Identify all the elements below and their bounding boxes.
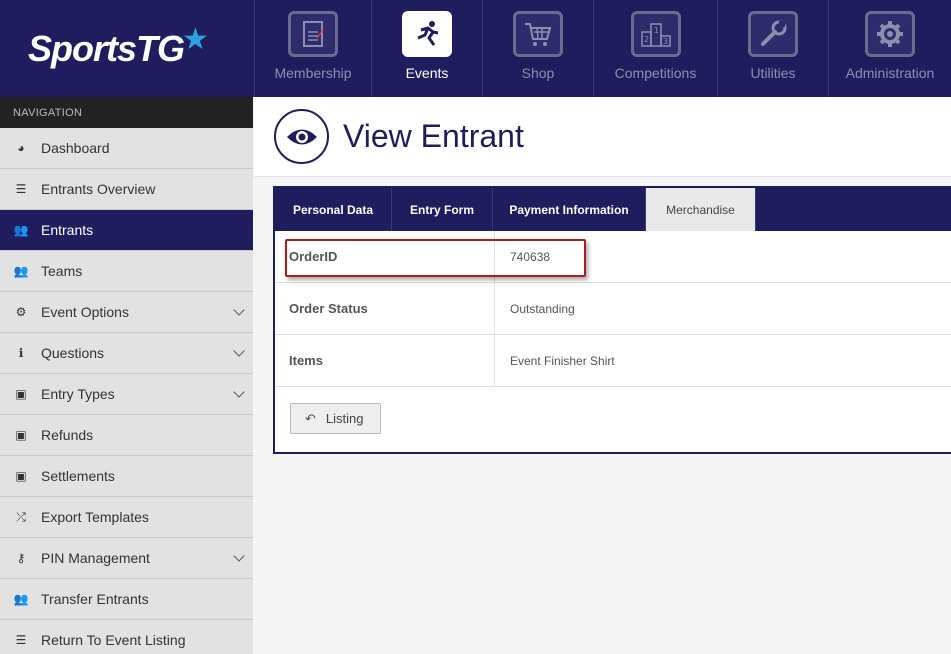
cart-icon bbox=[513, 11, 563, 57]
entrant-panel: Personal Data Entry Form Payment Informa… bbox=[273, 186, 951, 454]
sidebar-item-dashboard[interactable]: ◕ Dashboard bbox=[0, 128, 253, 169]
sidebar-item-label: Return To Event Listing bbox=[41, 632, 186, 648]
money-icon: ▣ bbox=[15, 387, 27, 401]
reply-arrow-icon: ↶ bbox=[305, 410, 316, 426]
cogs-icon: ⚙ bbox=[15, 305, 27, 319]
wrench-icon bbox=[748, 11, 798, 57]
sidebar-item-entrants-overview[interactable]: ☰ Entrants Overview bbox=[0, 169, 253, 210]
users-icon: 👥 bbox=[13, 223, 29, 237]
tab-bar: Personal Data Entry Form Payment Informa… bbox=[275, 188, 951, 231]
sidebar-item-settlements[interactable]: ▣ Settlements bbox=[0, 456, 253, 497]
topnav-shop[interactable]: Shop bbox=[482, 0, 593, 97]
podium-icon: 213 bbox=[630, 11, 681, 57]
money-icon: ▣ bbox=[15, 428, 27, 442]
sidebar-item-pin-management[interactable]: ⚷ PIN Management bbox=[0, 538, 253, 579]
sidebar-item-label: Teams bbox=[41, 263, 83, 279]
chevron-down-icon[interactable] bbox=[233, 345, 245, 357]
row-label: OrderID bbox=[275, 231, 495, 282]
sidebar-item-refunds[interactable]: ▣ Refunds bbox=[0, 415, 253, 456]
sidebar-item-label: Dashboard bbox=[41, 140, 110, 156]
svg-text:2: 2 bbox=[644, 35, 649, 44]
sidebar-item-transfer-entrants[interactable]: 👥 Transfer Entrants bbox=[0, 579, 253, 620]
sidebar-item-return-to-event-listing[interactable]: ☰ Return To Event Listing bbox=[0, 620, 253, 654]
topnav-label: Membership bbox=[274, 65, 352, 81]
listing-button[interactable]: ↶ Listing bbox=[290, 403, 381, 434]
topnav-label: Administration bbox=[845, 65, 935, 81]
users-icon: 👥 bbox=[13, 264, 29, 278]
sidebar-item-label: Entrants Overview bbox=[41, 181, 156, 197]
sidebar-item-teams[interactable]: 👥 Teams bbox=[0, 251, 253, 292]
sidebar-item-label: Transfer Entrants bbox=[41, 591, 149, 607]
sidebar-item-label: Settlements bbox=[41, 468, 115, 484]
page-header: View Entrant bbox=[254, 97, 951, 177]
sidebar-item-event-options[interactable]: ⚙ Event Options bbox=[0, 292, 253, 333]
chevron-down-icon[interactable] bbox=[233, 386, 245, 398]
list-icon: ☰ bbox=[15, 182, 27, 196]
table-row: Items Event Finisher Shirt bbox=[275, 335, 951, 387]
topnav-utilities[interactable]: Utilities bbox=[717, 0, 828, 97]
shuffle-icon: ⤮ bbox=[16, 509, 26, 524]
info-icon: ℹ bbox=[18, 346, 24, 360]
sidebar-item-label: Refunds bbox=[41, 427, 94, 443]
sidebar-item-entrants[interactable]: 👥 Entrants bbox=[0, 210, 253, 251]
row-value: Outstanding bbox=[510, 301, 575, 316]
sidebar-item-questions[interactable]: ℹ Questions bbox=[0, 333, 253, 374]
sidebar-item-export-templates[interactable]: ⤮ Export Templates bbox=[0, 497, 253, 538]
sidebar-item-label: Questions bbox=[41, 345, 105, 361]
key-icon: ⚷ bbox=[16, 551, 26, 565]
row-value: 740638 bbox=[510, 249, 551, 264]
sidebar: NAVIGATION ◕ Dashboard ☰ Entrants Overvi… bbox=[0, 97, 253, 654]
tab-merchandise[interactable]: Merchandise bbox=[646, 188, 756, 231]
svg-text:3: 3 bbox=[663, 37, 668, 46]
topnav-membership[interactable]: Membership bbox=[254, 0, 371, 97]
dashboard-icon: ◕ bbox=[17, 141, 25, 155]
listing-button-label: Listing bbox=[325, 411, 364, 426]
main-content: View Entrant Personal Data Entry Form Pa… bbox=[254, 97, 951, 654]
table-row: OrderID 740638 bbox=[275, 231, 951, 283]
tab-personal-data[interactable]: Personal Data bbox=[275, 188, 392, 231]
svg-text:1: 1 bbox=[654, 26, 659, 35]
list-icon: ☰ bbox=[15, 633, 27, 647]
nav-header: NAVIGATION bbox=[0, 97, 253, 128]
topnav-events[interactable]: Events bbox=[371, 0, 482, 97]
topnav-label: Competitions bbox=[614, 65, 697, 81]
users-icon: 👥 bbox=[13, 592, 29, 606]
top-bar: SportsTG ★ Membership Events Shop 213 Co bbox=[0, 0, 951, 97]
sidebar-item-label: Entry Types bbox=[41, 386, 115, 402]
sidebar-item-label: Entrants bbox=[41, 222, 94, 238]
money-icon: ▣ bbox=[15, 469, 27, 483]
topnav-label: Events bbox=[405, 65, 449, 81]
top-nav: Membership Events Shop 213 Competitions … bbox=[254, 0, 951, 97]
sidebar-item-label: Export Templates bbox=[41, 509, 149, 525]
chevron-down-icon[interactable] bbox=[233, 550, 245, 562]
tab-payment-information[interactable]: Payment Information bbox=[493, 188, 646, 231]
sportstg-logo[interactable]: SportsTG ★ bbox=[0, 0, 254, 97]
clipboard-icon bbox=[288, 11, 338, 57]
tab-entry-form[interactable]: Entry Form bbox=[392, 188, 493, 231]
table-row: Order Status Outstanding bbox=[275, 283, 951, 335]
eye-icon bbox=[274, 109, 329, 164]
runner-icon bbox=[402, 11, 452, 57]
page-title: View Entrant bbox=[343, 118, 524, 154]
topnav-administration[interactable]: Administration bbox=[828, 0, 951, 97]
sidebar-item-label: PIN Management bbox=[41, 550, 150, 566]
star-icon: ★ bbox=[182, 23, 209, 56]
gear-icon bbox=[865, 11, 915, 57]
sidebar-item-entry-types[interactable]: ▣ Entry Types bbox=[0, 374, 253, 415]
topnav-competitions[interactable]: 213 Competitions bbox=[593, 0, 717, 97]
topnav-label: Utilities bbox=[750, 65, 796, 81]
chevron-down-icon[interactable] bbox=[233, 304, 245, 316]
row-label: Items bbox=[275, 335, 495, 386]
sidebar-item-label: Event Options bbox=[41, 304, 129, 320]
row-label: Order Status bbox=[275, 283, 495, 334]
topnav-label: Shop bbox=[521, 65, 555, 81]
logo-text: SportsTG bbox=[28, 27, 185, 69]
row-value: Event Finisher Shirt bbox=[510, 353, 615, 368]
